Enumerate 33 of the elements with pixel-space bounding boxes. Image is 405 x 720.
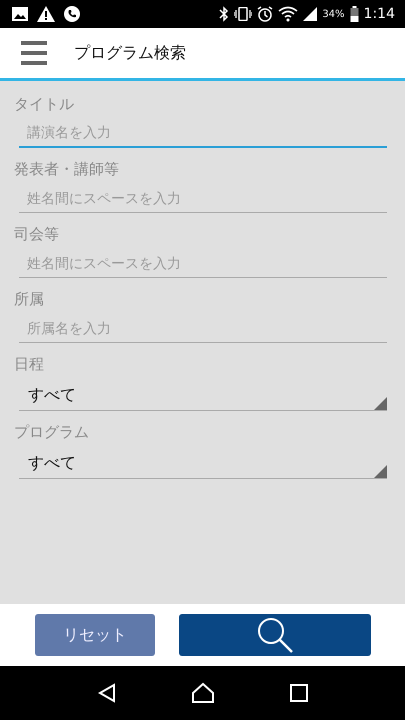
search-button[interactable] (179, 614, 371, 656)
input-field[interactable]: 姓名間にスペースを入力 (19, 185, 387, 213)
field-label: 日程 (14, 355, 45, 374)
field-label: 司会等 (14, 225, 60, 244)
bluetooth-icon (219, 6, 230, 22)
reset-button[interactable]: リセット (35, 614, 155, 656)
field-label: タイトル (14, 95, 75, 114)
menu-icon[interactable] (21, 41, 47, 65)
input-field[interactable]: 所属名を入力 (19, 315, 387, 343)
image-icon (12, 7, 28, 21)
field-label: プログラム (14, 423, 90, 442)
alarm-icon (257, 6, 274, 22)
back-icon[interactable] (97, 683, 118, 703)
battery-icon (350, 6, 359, 22)
phone-icon (64, 6, 80, 22)
home-icon[interactable] (191, 682, 216, 704)
input-field[interactable]: 姓名間にスペースを入力 (19, 250, 387, 278)
field-label: 所属 (14, 290, 45, 309)
screen-title: プログラム検索 (74, 42, 186, 64)
clock-time: 1:14 (364, 6, 395, 22)
search-icon (255, 615, 295, 655)
dropdown[interactable]: すべて (19, 448, 387, 479)
dropdown-corner-icon (374, 465, 387, 478)
dropdown-corner-icon (374, 397, 387, 410)
vibrate-icon (234, 7, 252, 21)
battery-percent: 34% (322, 8, 345, 20)
input-field[interactable]: 講演名を入力 (19, 120, 387, 148)
recents-icon[interactable] (290, 684, 308, 702)
wifi-icon (278, 6, 298, 22)
signal-icon (303, 7, 318, 21)
field-label: 発表者・講師等 (14, 160, 120, 179)
warning-icon (37, 6, 55, 22)
dropdown[interactable]: すべて (19, 380, 387, 411)
